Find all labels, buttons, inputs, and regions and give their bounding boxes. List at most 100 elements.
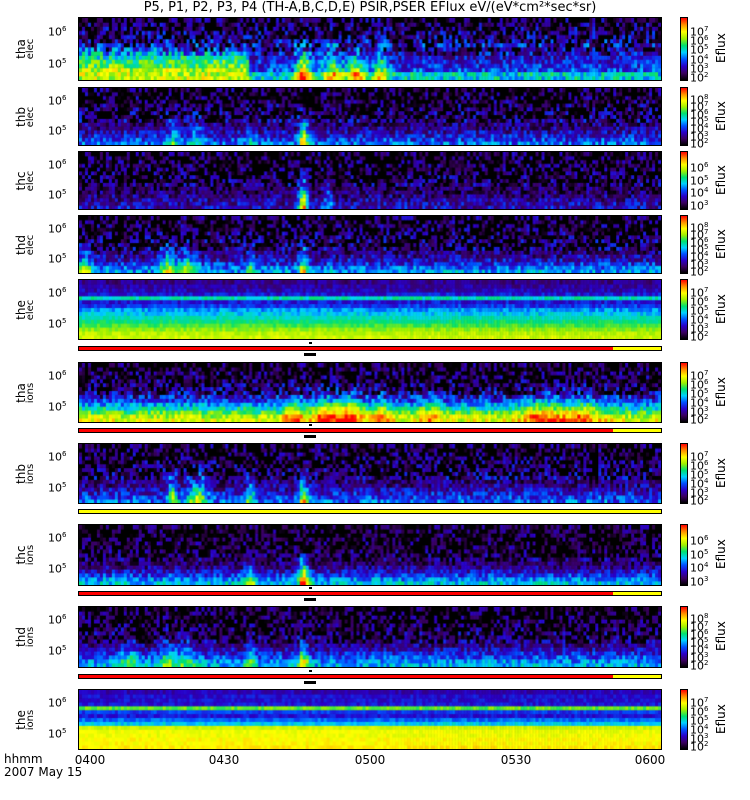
mode-bar-thc_ions (78, 591, 662, 596)
y-tick-label: 106 (48, 222, 67, 236)
mode-marker-top (309, 670, 313, 672)
y-tick-label: 106 (48, 450, 67, 464)
y-tick-label: 105 (48, 480, 67, 495)
colorbar-tick-label: 108 (690, 93, 709, 107)
spectrogram-canvas (79, 152, 661, 209)
mode-bar-tha_ions (78, 428, 662, 433)
spectrogram-canvas (79, 18, 661, 80)
colorbar (680, 606, 688, 668)
colorbar-tick-label: 104 (690, 186, 709, 201)
y-tick-label: 106 (48, 158, 67, 172)
spectrogram-panel-thd_ions (78, 606, 662, 668)
colorbar-ticks: 102 103 104 105 106 107 (690, 443, 716, 507)
mode-bar-segment (612, 347, 661, 350)
colorbar-ticks: 103 104 105 106 (690, 151, 716, 213)
panel-label-line: ions (25, 382, 36, 403)
colorbar-label: Eflux (714, 100, 728, 131)
panel-label-line: ions (25, 544, 36, 566)
mode-bar-segment (79, 592, 613, 595)
spectrogram-canvas (79, 280, 661, 339)
colorbar-ticks: 102 103 104 105 106 107 108 (690, 215, 716, 277)
colorbar-ticks: 102 103 104 105 106 107 (690, 689, 716, 753)
spectrogram-panel-tha_elec (78, 17, 662, 81)
mode-marker-top (309, 342, 313, 344)
colorbar-label: Eflux (714, 164, 728, 195)
colorbar (680, 87, 688, 146)
spectrogram-canvas (79, 444, 661, 503)
mode-marker-top (309, 424, 313, 426)
colorbar (680, 151, 688, 210)
colorbar-ticks: 102 103 104 105 106 107 108 (690, 606, 716, 671)
mode-bar-segment (612, 675, 661, 678)
mode-bar-segment (79, 510, 661, 513)
colorbar-ticks: 102 103 104 105 106 107 (690, 17, 716, 84)
mode-marker (304, 681, 317, 684)
colorbar-label: Eflux (714, 539, 728, 569)
colorbar-tick-label: 107 (690, 450, 709, 464)
colorbar-label: Eflux (714, 457, 728, 488)
colorbar-tick-label: 107 (690, 24, 709, 39)
y-tick-label: 105 (48, 399, 67, 414)
spectrogram-canvas (79, 607, 661, 667)
panel-y-label: tha elec (14, 27, 36, 71)
spectrogram-figure: P5, P1, P2, P3, P4 (TH-A,B,C,D,E) PSIR,P… (0, 0, 750, 800)
colorbar-label: Eflux (714, 228, 728, 259)
colorbar (680, 279, 688, 340)
colorbar-tick-label: 103 (690, 574, 709, 589)
mode-bar-segment (79, 429, 613, 432)
mode-bar-segment (79, 675, 613, 678)
panel-y-label: thb elec (14, 95, 36, 139)
spectrogram-panel-thb_elec (78, 87, 662, 146)
panel-label-line: ions (25, 463, 36, 484)
y-tick-label: 106 (48, 531, 67, 546)
panel-y-label: thc ions (14, 533, 36, 577)
colorbar (680, 215, 688, 274)
mode-marker (304, 435, 317, 438)
y-tick-label: 105 (48, 644, 67, 659)
y-tick-label: 106 (48, 613, 67, 628)
mode-marker-top (309, 587, 313, 589)
y-tick-label: 106 (48, 369, 67, 383)
colorbar-label: Eflux (714, 293, 728, 324)
panel-label-line: elec (25, 234, 36, 255)
x-tick-label: 0400 (74, 753, 106, 767)
spectrogram-canvas (79, 525, 661, 585)
mode-bar-the_elec (78, 346, 662, 351)
date-label: 2007 May 15 (4, 765, 83, 779)
colorbar-ticks: 102 103 104 105 106 107 (690, 362, 716, 426)
panel-label-line: ions (25, 626, 36, 648)
x-tick-label: 0500 (354, 753, 386, 767)
mode-bar-segment (612, 429, 661, 432)
spectrogram-panel-the_elec (78, 279, 662, 340)
colorbar (680, 362, 688, 423)
x-tick-label: 0430 (208, 753, 240, 767)
x-tick-label: 0530 (500, 753, 532, 767)
spectrogram-panel-the_ions (78, 689, 662, 750)
x-tick-label: 0600 (634, 753, 666, 767)
colorbar-ticks: 102 103 104 105 106 107 108 (690, 87, 716, 149)
y-tick-label: 105 (48, 562, 67, 577)
colorbar-ticks: 103 104 105 106 (690, 524, 716, 589)
colorbar-tick-label: 105 (690, 173, 709, 188)
panel-y-label: thb ions (14, 452, 36, 496)
x-axis-label: hhmm (4, 752, 43, 766)
spectrogram-panel-thc_ions (78, 524, 662, 586)
colorbar-tick-label: 103 (690, 199, 709, 213)
mode-marker (304, 598, 317, 601)
spectrogram-panel-tha_ions (78, 362, 662, 423)
spectrogram-canvas (79, 363, 661, 422)
figure-title: P5, P1, P2, P3, P4 (TH-A,B,C,D,E) PSIR,P… (143, 0, 597, 15)
colorbar-tick-label: 105 (690, 547, 709, 562)
colorbar (680, 689, 688, 750)
colorbar-tick-label: 106 (690, 160, 709, 175)
y-tick-label: 105 (48, 123, 67, 138)
mode-bar-thd_ions (78, 674, 662, 679)
spectrogram-panel-thd_elec (78, 215, 662, 274)
mode-bar-thb_ions (78, 509, 662, 514)
colorbar (680, 524, 688, 586)
y-tick-label: 105 (48, 316, 67, 331)
panel-label-line: elec (25, 299, 36, 320)
y-tick-label: 106 (48, 94, 67, 108)
panel-y-label: the elec (14, 288, 36, 332)
colorbar-label: Eflux (714, 33, 728, 63)
